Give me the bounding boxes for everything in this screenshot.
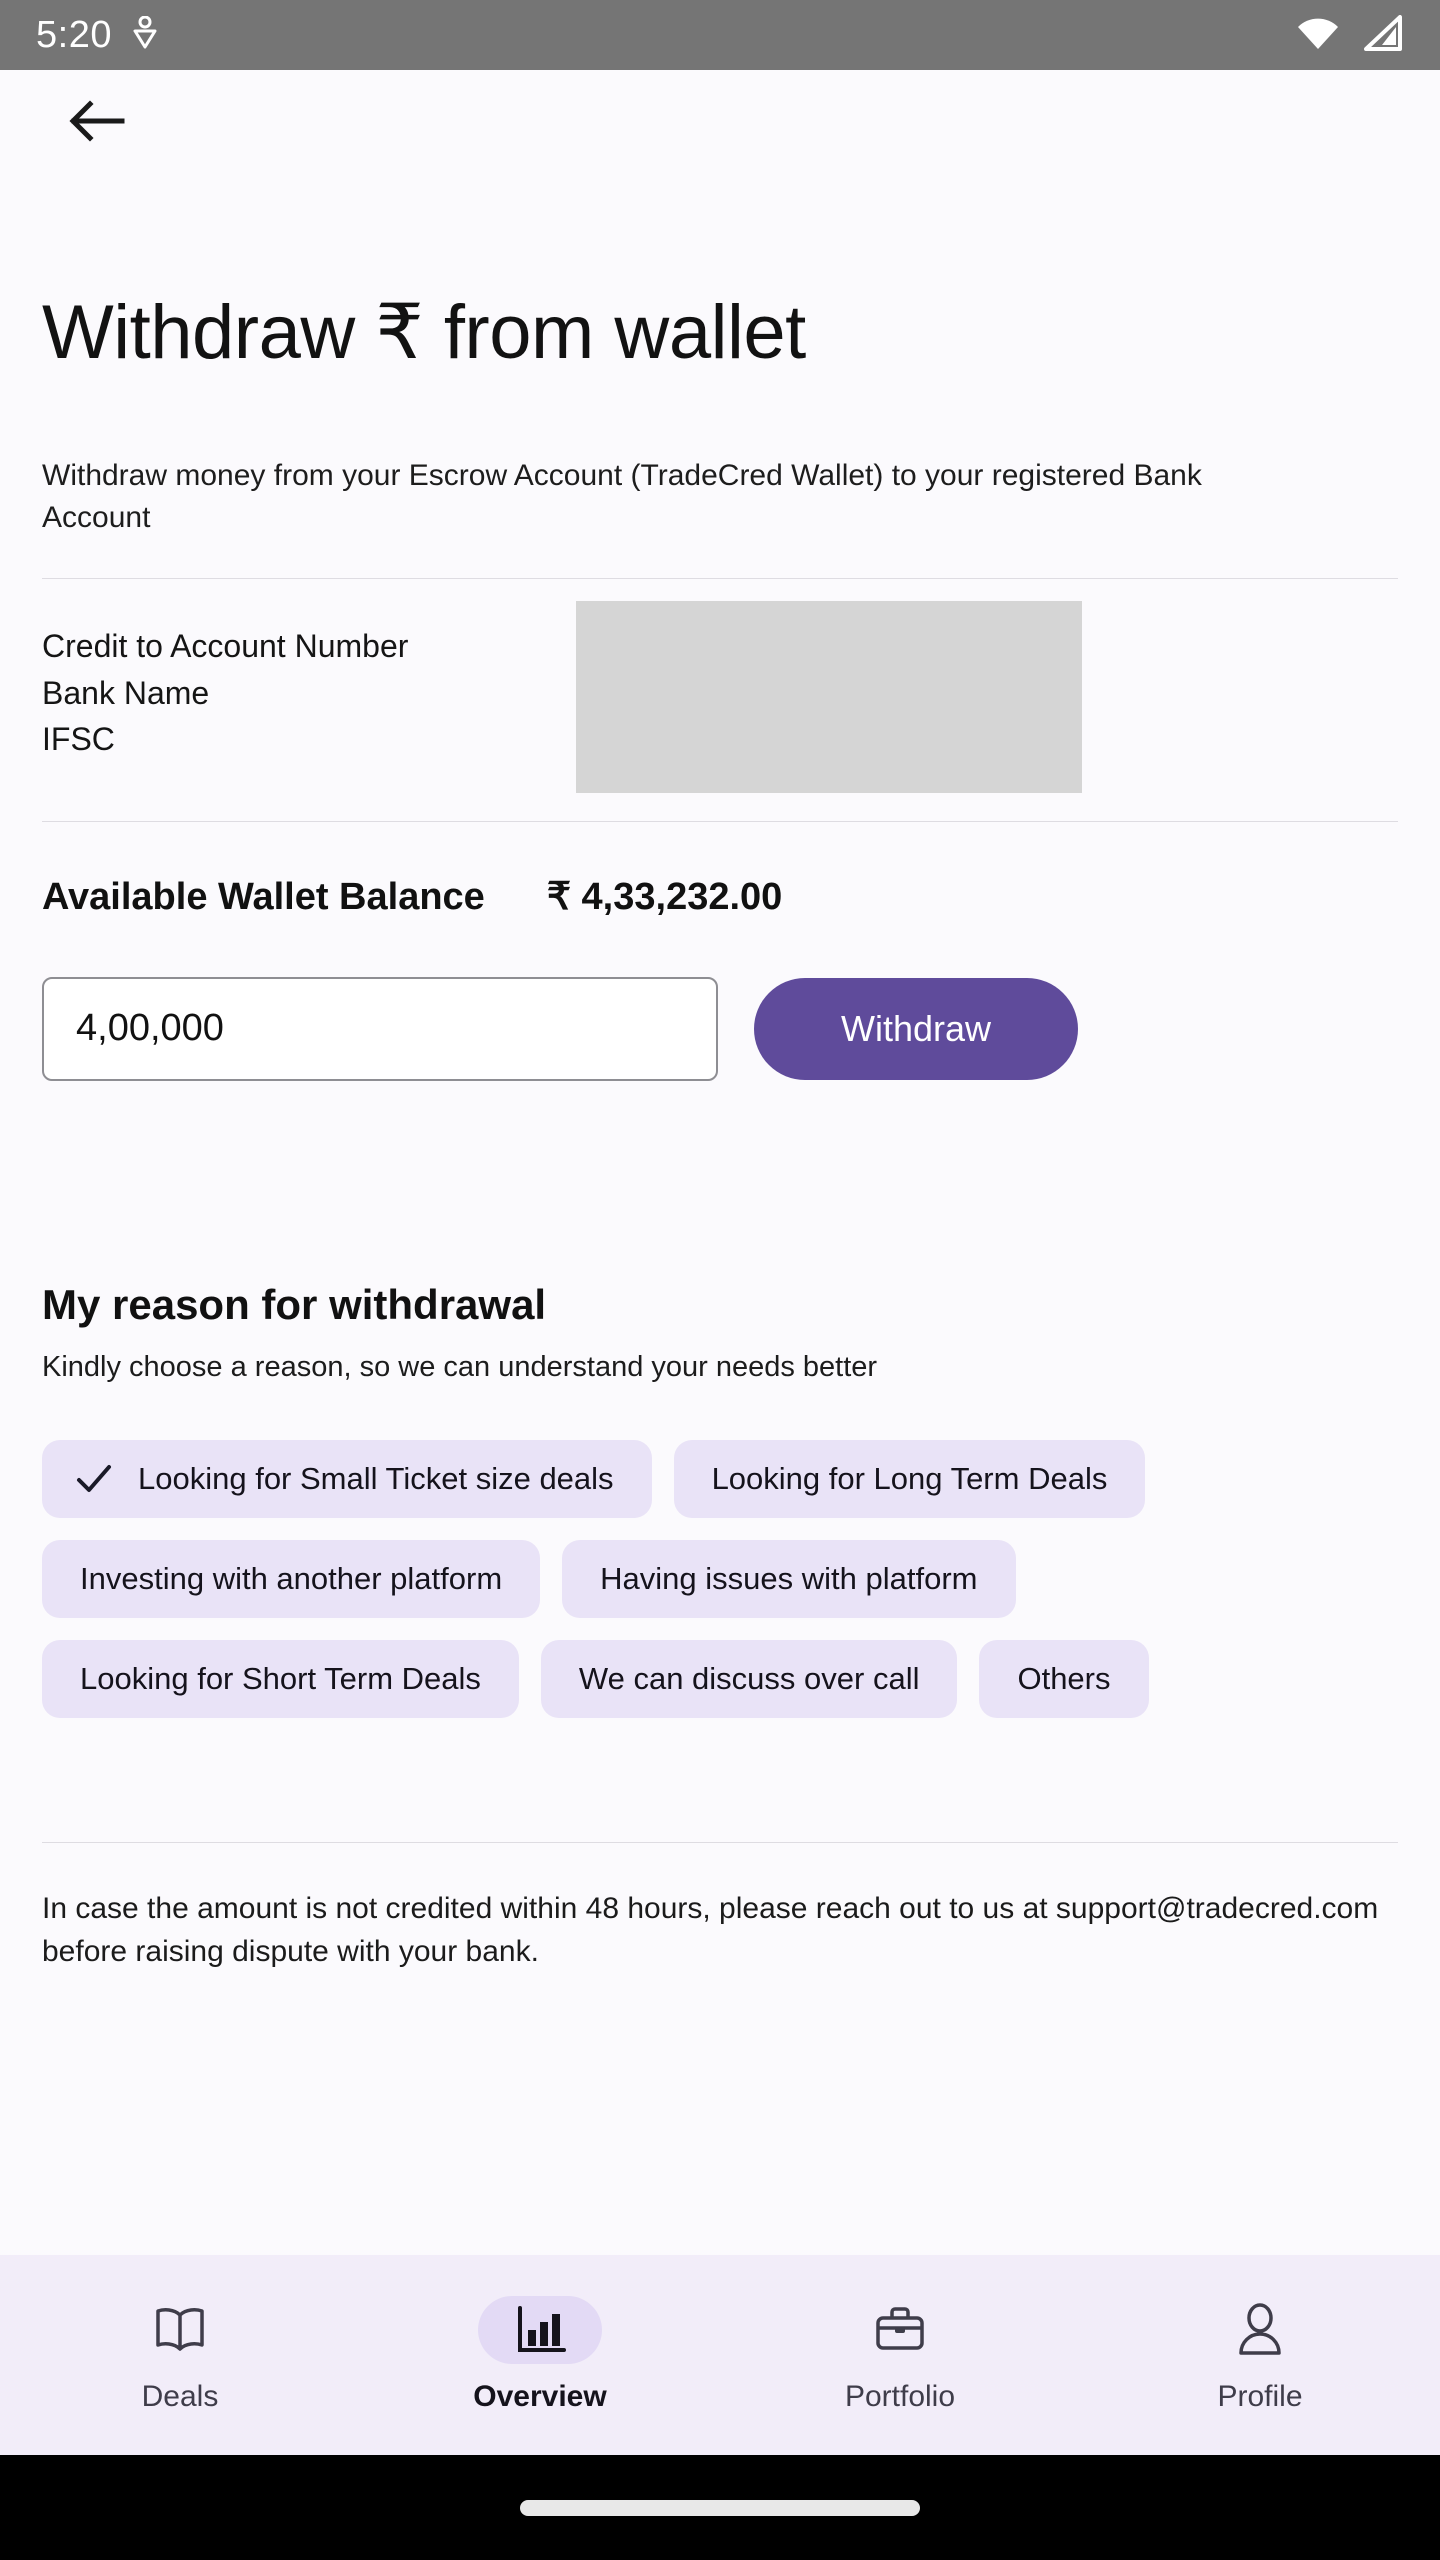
withdraw-button[interactable]: Withdraw <box>754 977 1078 1080</box>
nav-item-label: Portfolio <box>844 2380 956 2413</box>
check-icon <box>76 1464 112 1494</box>
person-icon <box>1198 2296 1322 2364</box>
reason-chip[interactable]: Looking for Short Term Deals <box>42 1639 519 1718</box>
reason-chip[interactable]: Others <box>979 1639 1149 1718</box>
app-screen: 5:20 Withdraw ₹ from wallet Withdraw mon… <box>0 0 1440 2560</box>
app-bar <box>0 70 1440 175</box>
withdraw-form: Withdraw <box>42 976 1398 1081</box>
bar-chart-icon <box>478 2296 602 2364</box>
nav-item-deals[interactable]: Deals <box>0 2296 360 2414</box>
reason-chip-label: Looking for Long Term Deals <box>711 1460 1108 1496</box>
cellular-signal-icon <box>1362 14 1404 56</box>
bank-detail-labels: Credit to Account Number Bank Name IFSC <box>42 601 576 763</box>
reason-section-subtitle: Kindly choose a reason, so we can unders… <box>42 1350 878 1383</box>
status-bar: 5:20 <box>0 0 1440 70</box>
wallet-balance-label: Available Wallet Balance <box>42 875 485 918</box>
reason-chip[interactable]: We can discuss over call <box>540 1639 958 1718</box>
divider-footer <box>42 1841 1398 1843</box>
amount-input[interactable] <box>42 976 718 1081</box>
status-time: 5:20 <box>36 13 112 56</box>
bank-label-account-number: Credit to Account Number <box>42 627 409 664</box>
gesture-navigation-bar <box>0 2455 1440 2560</box>
wallet-balance-row: Available Wallet Balance ₹ 4,33,232.00 <box>42 874 1398 919</box>
reason-chip-group: Looking for Small Ticket size deals Looki… <box>42 1439 1312 1718</box>
back-button[interactable] <box>58 84 136 162</box>
reason-chip-label: Looking for Small Ticket size deals <box>138 1460 614 1496</box>
reason-chip[interactable]: Looking for Long Term Deals <box>673 1439 1146 1518</box>
wifi-icon <box>1296 15 1340 56</box>
home-indicator[interactable] <box>520 2499 920 2516</box>
divider-bank <box>42 820 1398 822</box>
footer-note: In case the amount is not credited withi… <box>42 1891 1379 1969</box>
nav-item-overview[interactable]: Overview <box>360 2296 720 2414</box>
reason-chip-label: We can discuss over call <box>578 1660 920 1696</box>
main-content: Withdraw ₹ from wallet Withdraw money fr… <box>0 175 1440 2255</box>
bank-details-redacted-block <box>576 600 1082 793</box>
bank-details-section: Credit to Account Number Bank Name IFSC <box>42 579 1398 793</box>
reason-chip[interactable]: Looking for Small Ticket size deals <box>42 1439 652 1518</box>
nav-item-profile[interactable]: Profile <box>1080 2296 1440 2414</box>
reason-section-title: My reason for withdrawal <box>42 1280 547 1328</box>
reason-chip[interactable]: Investing with another platform <box>42 1539 541 1618</box>
download-icon <box>132 15 158 55</box>
status-bar-left: 5:20 <box>36 14 158 57</box>
reason-chip[interactable]: Having issues with platform <box>562 1539 1016 1618</box>
nav-item-label: Overview <box>473 2380 607 2413</box>
book-icon <box>118 2296 242 2364</box>
reason-chip-label: Having issues with platform <box>600 1560 978 1596</box>
page-title: Withdraw ₹ from wallet <box>42 290 806 375</box>
reason-chip-label: Others <box>1017 1660 1111 1696</box>
bank-label-ifsc: IFSC <box>42 721 115 758</box>
wallet-balance-value: ₹ 4,33,232.00 <box>546 875 783 918</box>
status-bar-right <box>1296 14 1404 56</box>
back-arrow-icon <box>68 99 126 146</box>
page-description: Withdraw money from your Escrow Account … <box>42 458 1202 535</box>
reason-chip-label: Looking for Short Term Deals <box>80 1660 481 1696</box>
bank-label-bank-name: Bank Name <box>42 674 210 711</box>
briefcase-icon <box>838 2296 962 2364</box>
nav-item-portfolio[interactable]: Portfolio <box>720 2296 1080 2414</box>
nav-item-label: Deals <box>141 2380 219 2413</box>
reason-chip-label: Investing with another platform <box>80 1560 503 1596</box>
bottom-navigation: Deals Overview Portfolio Profile <box>0 2255 1440 2455</box>
nav-item-label: Profile <box>1217 2380 1303 2413</box>
